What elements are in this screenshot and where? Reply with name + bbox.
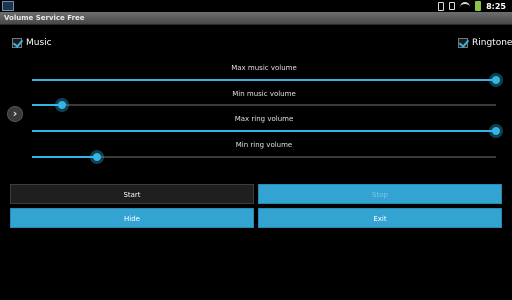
slider-fill bbox=[32, 156, 97, 158]
stop-button[interactable]: Stop bbox=[258, 184, 502, 204]
slider-fill bbox=[32, 130, 496, 132]
status-icons: 8:25 bbox=[438, 0, 506, 12]
min-music-volume-slider[interactable] bbox=[32, 98, 496, 112]
min-music-volume-label: Min music volume bbox=[232, 90, 296, 98]
ringtone-checkbox[interactable] bbox=[458, 38, 468, 48]
wifi-icon bbox=[460, 2, 471, 10]
max-ring-volume-label: Max ring volume bbox=[234, 115, 294, 123]
slider-thumb[interactable] bbox=[489, 124, 503, 138]
slider-thumb[interactable] bbox=[55, 98, 70, 112]
music-checkbox-row[interactable]: Music bbox=[12, 37, 52, 49]
sd-card-icon bbox=[449, 2, 456, 10]
hide-button[interactable]: Hide bbox=[10, 208, 254, 228]
slider-thumb[interactable] bbox=[89, 150, 104, 164]
min-ring-volume-label: Min ring volume bbox=[235, 141, 293, 149]
ringtone-checkbox-row[interactable]: Ringtone bbox=[458, 37, 512, 49]
start-button[interactable]: Start bbox=[10, 184, 254, 204]
chevron-right-icon[interactable]: › bbox=[7, 106, 23, 122]
status-time: 8:25 bbox=[486, 1, 506, 11]
max-music-volume-slider[interactable] bbox=[32, 73, 503, 87]
app-notification-icon bbox=[2, 1, 14, 11]
app-title: Volume Service Free bbox=[4, 14, 85, 22]
exit-button[interactable]: Exit bbox=[258, 208, 502, 228]
usb-icon bbox=[438, 1, 445, 11]
status-bar: 8:25 bbox=[0, 0, 512, 12]
music-checkbox[interactable] bbox=[12, 38, 22, 48]
title-bar: Volume Service Free bbox=[0, 12, 512, 25]
slider-thumb[interactable] bbox=[489, 73, 503, 87]
max-ring-volume-slider[interactable] bbox=[32, 124, 503, 138]
music-checkbox-label: Music bbox=[26, 38, 52, 48]
ringtone-checkbox-label: Ringtone bbox=[472, 38, 512, 48]
battery-icon bbox=[475, 1, 482, 11]
slider-fill bbox=[32, 79, 496, 81]
min-ring-volume-slider[interactable] bbox=[32, 150, 496, 164]
max-music-volume-label: Max music volume bbox=[231, 64, 297, 72]
